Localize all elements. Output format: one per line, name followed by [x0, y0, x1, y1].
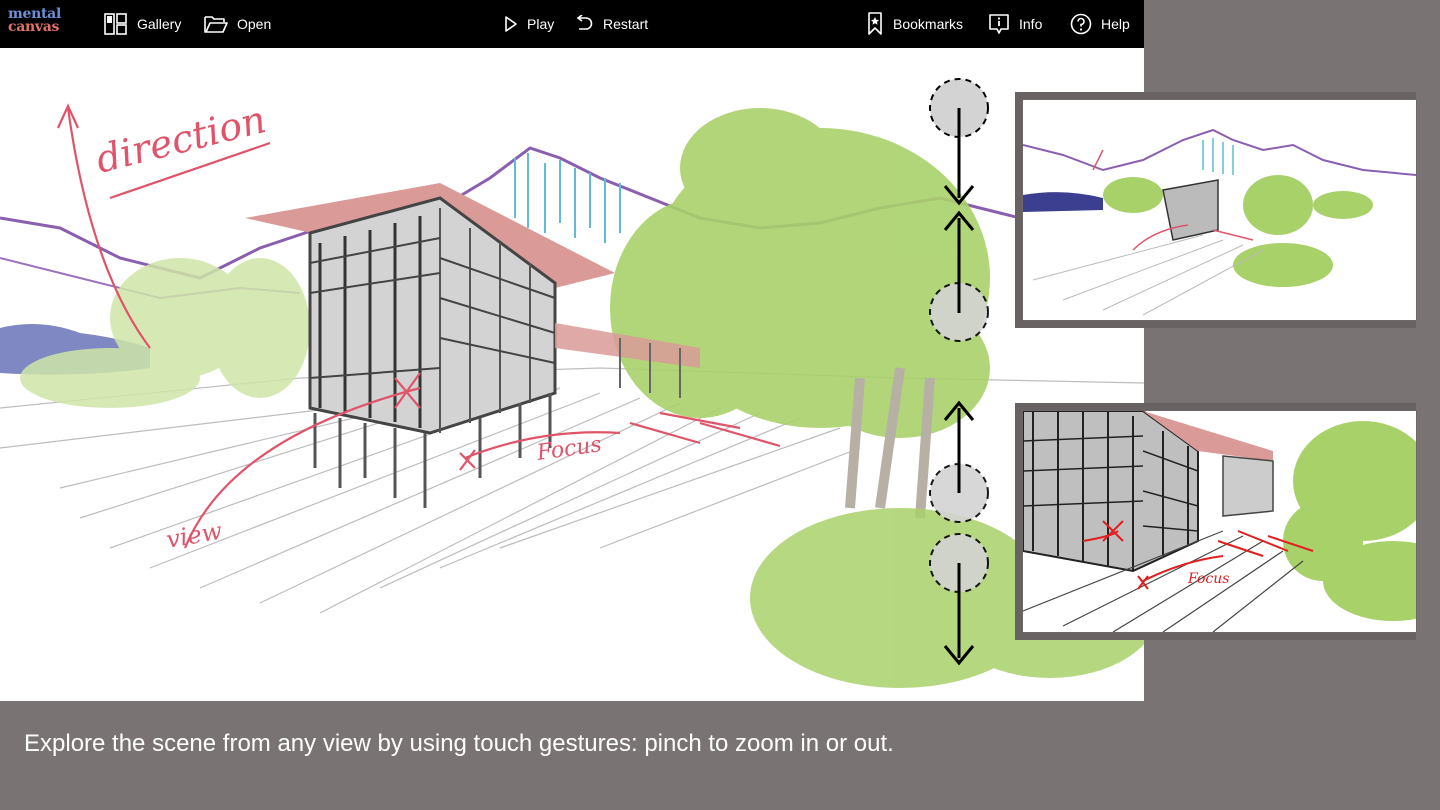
zoomed-out-view-thumbnail [1023, 100, 1416, 320]
mental-canvas-logo: mental canvas [8, 7, 72, 40]
sketch-canvas[interactable]: direction view Focus [0, 48, 1144, 701]
info-button[interactable]: Info [988, 0, 1042, 48]
bookmarks-label: Bookmarks [893, 16, 964, 32]
sketch-scene: direction view Focus [0, 78, 1144, 688]
annotation-direction: direction [92, 97, 271, 182]
bookmarks-button[interactable]: Bookmarks [866, 0, 963, 48]
restart-button[interactable]: Restart [574, 0, 648, 48]
annotation-view: view [164, 517, 224, 554]
feature-caption: Explore the scene from any view by using… [24, 730, 894, 757]
gallery-label: Gallery [137, 16, 182, 32]
play-icon [505, 16, 517, 32]
help-button[interactable]: Help [1070, 0, 1130, 48]
thumbnail-focus-annotation: Focus [1187, 571, 1229, 587]
open-button[interactable]: Open [204, 0, 271, 48]
zoomed-in-scene: Focus [1023, 411, 1416, 632]
restart-icon [576, 15, 593, 30]
logo-line-2: canvas [8, 19, 60, 35]
play-label: Play [527, 16, 555, 32]
top-toolbar: mental canvas Gallery Open Play Restart [0, 0, 1144, 48]
pavilion-building [245, 183, 700, 508]
info-label: Info [1019, 16, 1043, 32]
gallery-button[interactable]: Gallery [104, 0, 181, 48]
help-circle-icon [1070, 13, 1092, 35]
folder-open-icon [204, 16, 228, 33]
sky-strokes [514, 153, 621, 243]
info-icon [989, 14, 1009, 34]
open-label: Open [237, 16, 272, 32]
help-label: Help [1101, 16, 1130, 32]
bookmark-icon [868, 12, 882, 35]
gallery-grid-icon [104, 13, 127, 35]
zoomed-out-scene [1023, 128, 1416, 316]
play-button[interactable]: Play [504, 0, 554, 48]
restart-label: Restart [603, 16, 649, 32]
zoomed-in-view-thumbnail: Focus [1023, 411, 1416, 632]
